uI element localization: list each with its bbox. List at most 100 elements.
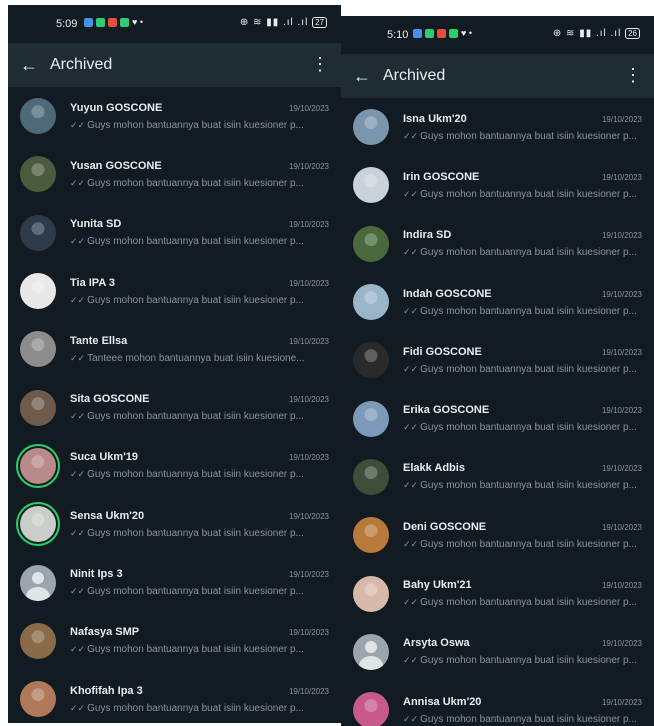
message-date: 19/10/2023	[601, 697, 642, 707]
chat-body: Suca Ukm'19 19/10/2023 ✓✓ Guys mohon bantua…	[70, 451, 341, 480]
avatar[interactable]	[20, 622, 56, 659]
contact-name: Suca Ukm'19	[70, 451, 139, 464]
chat-row[interactable]: Elakk Adbis 19/10/2023 ✓✓ Guys mohon bantua…	[341, 448, 654, 506]
double-check-icon: ✓✓	[403, 130, 419, 141]
chat-row[interactable]: Yusan GOSCONE 19/10/2023 ✓✓ Guys mohon bant…	[8, 145, 341, 203]
chat-row[interactable]: Sita GOSCONE 19/10/2023 ✓✓ Guys mohon bantu…	[8, 378, 341, 436]
avatar[interactable]	[20, 273, 56, 310]
chat-list: Yuyun GOSCONE 19/10/2023 ✓✓ Guys mohon bant…	[8, 87, 341, 723]
chat-row[interactable]: Yuyun GOSCONE 19/10/2023 ✓✓ Guys mohon bant…	[8, 87, 341, 145]
message-date: 19/10/2023	[601, 581, 642, 591]
chat-row[interactable]: Erika GOSCONE 19/10/2023 ✓✓ Guys mohon bant…	[341, 389, 654, 447]
contact-name: Yuyun GOSCONE	[70, 101, 163, 114]
chat-row[interactable]: Yunita SD 19/10/2023 ✓✓ Guys mohon bantuann…	[8, 204, 341, 262]
battery-icon: 26	[625, 28, 640, 39]
avatar[interactable]	[20, 98, 56, 135]
chat-body: Deni GOSCONE 19/10/2023 ✓✓ Guys mohon bantu…	[403, 521, 654, 550]
default-avatar-icon[interactable]	[20, 564, 56, 601]
double-check-icon: ✓✓	[403, 655, 419, 666]
chat-row[interactable]: Suca Ukm'19 19/10/2023 ✓✓ Guys mohon bantua…	[8, 437, 341, 495]
avatar[interactable]	[20, 156, 56, 193]
chat-row[interactable]: Fidi GOSCONE 19/10/2023 ✓✓ Guys mohon bantu…	[341, 331, 654, 389]
chat-row[interactable]: Deni GOSCONE 19/10/2023 ✓✓ Guys mohon bantu…	[341, 506, 654, 564]
avatar[interactable]	[353, 109, 389, 146]
message-preview: Guys mohon bantuannya buat isiin kuesion…	[420, 188, 637, 200]
avatar[interactable]	[353, 400, 389, 437]
chat-row[interactable]: Tia IPA 3 19/10/2023 ✓✓ Guys mohon bantuann…	[8, 262, 341, 320]
message-date: 19/10/2023	[288, 453, 329, 463]
back-arrow-icon[interactable]: ←	[341, 66, 383, 87]
message-preview: Guys mohon bantuannya buat isiin kuesion…	[420, 655, 637, 667]
message-preview: Guys mohon bantuannya buat isiin kuesion…	[87, 236, 304, 248]
contact-name: Ninit Ips 3	[70, 568, 123, 581]
more-options-icon[interactable]: ⋮	[311, 55, 329, 73]
avatar[interactable]	[20, 447, 56, 484]
message-date: 19/10/2023	[288, 161, 329, 171]
chat-body: Khofifah Ipa 3 19/10/2023 ✓✓ Guys mohon ban…	[70, 685, 341, 714]
message-date: 19/10/2023	[288, 220, 329, 230]
message-preview: Guys mohon bantuannya buat isiin kuesion…	[420, 247, 637, 259]
contact-name: Irin GOSCONE	[403, 170, 480, 183]
app-bar: ← Archived ⋮	[341, 54, 654, 98]
chat-body: Yusan GOSCONE 19/10/2023 ✓✓ Guys mohon bant…	[70, 160, 341, 189]
back-arrow-icon[interactable]: ←	[8, 55, 50, 76]
contact-name: Isna Ukm'20	[403, 112, 467, 125]
contact-name: Sensa Ukm'20	[70, 509, 145, 522]
double-check-icon: ✓✓	[403, 538, 419, 549]
avatar[interactable]	[20, 331, 56, 368]
notification-icons: ♥ •	[413, 28, 472, 38]
chat-row[interactable]: Isna Ukm'20 19/10/2023 ✓✓ Guys mohon bantua…	[341, 98, 654, 156]
chat-row[interactable]: Indira SD 19/10/2023 ✓✓ Guys mohon bantuann…	[341, 215, 654, 273]
avatar[interactable]	[353, 517, 389, 554]
message-preview: Guys mohon bantuannya buat isiin kuesion…	[87, 702, 304, 714]
chat-row[interactable]: Arsyta Oswa 19/10/2023 ✓✓ Guys mohon bantua…	[341, 623, 654, 681]
contact-name: Fidi GOSCONE	[403, 345, 482, 358]
chat-row[interactable]: Ninit Ips 3 19/10/2023 ✓✓ Guys mohon bantua…	[8, 553, 341, 611]
double-check-icon: ✓✓	[70, 644, 86, 655]
message-date: 19/10/2023	[288, 395, 329, 405]
message-date: 19/10/2023	[288, 511, 329, 521]
contact-name: Yunita SD	[70, 218, 122, 231]
system-status-icons: ⊕ ≋ ▮▮ .ıl .ıl 26	[553, 28, 640, 39]
chat-row[interactable]: Bahy Ukm'21 19/10/2023 ✓✓ Guys mohon bantua…	[341, 564, 654, 622]
double-check-icon: ✓✓	[70, 236, 86, 247]
message-date: 19/10/2023	[601, 522, 642, 532]
chat-row[interactable]: Irin GOSCONE 19/10/2023 ✓✓ Guys mohon bantu…	[341, 156, 654, 214]
avatar[interactable]	[20, 214, 56, 251]
contact-name: Tante Ellsa	[70, 334, 128, 347]
app-bar: ← Archived ⋮	[8, 43, 341, 87]
avatar[interactable]	[20, 681, 56, 718]
default-avatar-icon[interactable]	[353, 633, 389, 670]
chat-body: Annisa Ukm'20 19/10/2023 ✓✓ Guys mohon bant…	[403, 696, 654, 725]
left-screenshot: 5:09 ♥ • ⊕ ≋ ▮▮ .ıl .ıl 27 ← Archived ⋮ …	[8, 5, 341, 723]
contact-name: Indira SD	[403, 229, 452, 242]
avatar[interactable]	[353, 167, 389, 204]
message-date: 19/10/2023	[288, 686, 329, 696]
contact-name: Bahy Ukm'21	[403, 579, 472, 592]
chat-row[interactable]: Sensa Ukm'20 19/10/2023 ✓✓ Guys mohon bantu…	[8, 495, 341, 553]
contact-name: Deni GOSCONE	[403, 520, 487, 533]
avatar[interactable]	[353, 575, 389, 612]
avatar[interactable]	[353, 284, 389, 321]
chat-row[interactable]: Annisa Ukm'20 19/10/2023 ✓✓ Guys mohon bant…	[341, 681, 654, 726]
message-preview: Guys mohon bantuannya buat isiin kuesion…	[420, 130, 637, 142]
message-preview: Guys mohon bantuannya buat isiin kuesion…	[87, 644, 304, 656]
contact-name: Yusan GOSCONE	[70, 159, 162, 172]
avatar[interactable]	[353, 225, 389, 262]
chat-row[interactable]: Indah GOSCONE 19/10/2023 ✓✓ Guys mohon bant…	[341, 273, 654, 331]
right-screenshot: 5:10 ♥ • ⊕ ≋ ▮▮ .ıl .ıl 26 ← Archived ⋮ …	[341, 16, 654, 726]
double-check-icon: ✓✓	[70, 352, 86, 363]
avatar[interactable]	[353, 458, 389, 495]
message-date: 19/10/2023	[601, 639, 642, 649]
chat-row[interactable]: Khofifah Ipa 3 19/10/2023 ✓✓ Guys mohon ban…	[8, 670, 341, 723]
avatar[interactable]	[353, 692, 389, 726]
avatar[interactable]	[20, 506, 56, 543]
chat-row[interactable]: Tante Ellsa 19/10/2023 ✓✓ Tanteee mohon ban…	[8, 320, 341, 378]
double-check-icon: ✓✓	[70, 119, 86, 130]
chat-row[interactable]: Nafasya SMP 19/10/2023 ✓✓ Guys mohon bantua…	[8, 612, 341, 670]
avatar[interactable]	[20, 389, 56, 426]
message-preview: Guys mohon bantuannya buat isiin kuesion…	[420, 538, 637, 550]
more-options-icon[interactable]: ⋮	[624, 66, 642, 84]
status-time: 5:10	[387, 29, 409, 41]
avatar[interactable]	[353, 342, 389, 379]
